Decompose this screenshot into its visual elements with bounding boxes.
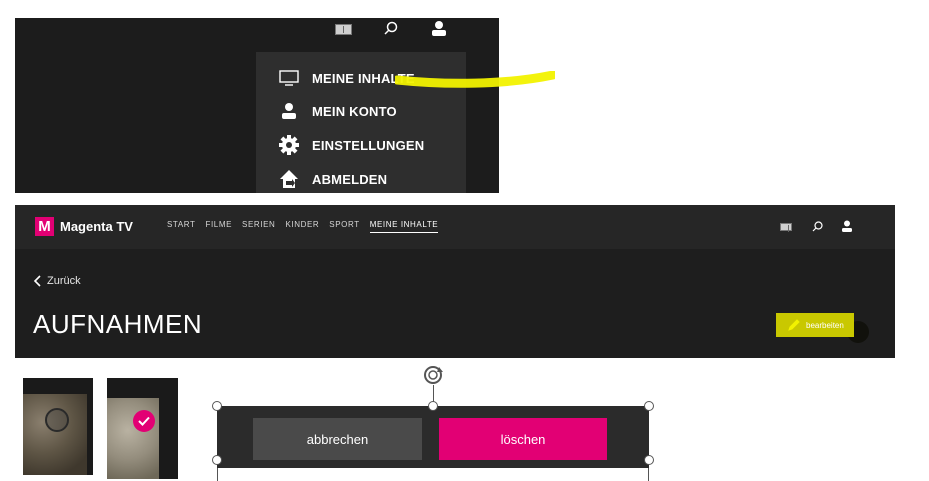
nav-serien[interactable]: SERIEN [242,220,275,233]
nav-filme[interactable]: FILME [205,220,232,233]
menu-item-einstellungen[interactable]: EINSTELLUNGEN [256,130,466,160]
search-icon[interactable] [812,221,823,232]
menu-item-label: EINSTELLUNGEN [312,137,425,153]
menu-item-abmelden[interactable]: ABMELDEN [256,164,466,193]
recording-thumbnail-selected[interactable] [107,378,178,479]
edit-button[interactable]: bearbeiten [776,313,854,337]
back-label: Zurück [47,275,81,287]
thumbnail-image [23,394,87,475]
user-icon[interactable] [841,220,853,232]
nav-meine-inhalte[interactable]: MEINE INHALTE [369,220,439,233]
chevron-left-icon [33,275,41,287]
home-logout-icon [274,169,304,189]
user-icon [274,102,304,120]
rotate-handle-icon[interactable] [423,363,447,387]
recording-thumbnail-unselected[interactable] [23,378,93,475]
delete-button[interactable]: löschen [439,418,607,460]
pencil-icon [788,319,800,331]
language-flag-icon[interactable] [335,24,352,35]
thumbnail-image [107,398,159,479]
nav-kinder[interactable]: KINDER [285,220,319,233]
language-flag-icon[interactable] [780,223,792,232]
nav-sport[interactable]: SPORT [329,220,359,233]
search-icon[interactable] [384,21,398,35]
menu-item-mein-konto[interactable]: MEIN KONTO [256,96,466,126]
main-nav: START FILME SERIEN KINDER SPORT MEINE IN… [167,220,448,233]
selected-checkbox[interactable] [133,410,155,432]
highlighter-mark [395,71,555,88]
resize-handle[interactable] [644,401,654,411]
user-icon[interactable] [431,20,447,36]
gear-icon [274,135,304,155]
cancel-button[interactable]: abbrechen [253,418,422,460]
tv-icon [274,70,304,86]
resize-handle[interactable] [212,401,222,411]
nav-start[interactable]: START [167,220,195,233]
frame-guide-line [648,468,649,481]
menu-item-label: ABMELDEN [312,171,388,187]
recordings-page: M Magenta TV START FILME SERIEN KINDER S… [15,205,895,358]
resize-handle[interactable] [212,455,222,465]
resize-handle[interactable] [428,401,438,411]
top-navigation-bar: M Magenta TV START FILME SERIEN KINDER S… [15,205,895,249]
page-title: AUFNAHMEN [33,309,203,339]
menu-item-label: MEIN KONTO [312,103,397,119]
magenta-logo[interactable]: M [35,217,54,236]
edit-label: bearbeiten [806,320,844,330]
frame-guide-line [217,468,218,481]
brand-name: Magenta TV [60,219,133,234]
resize-handle[interactable] [644,455,654,465]
select-checkbox[interactable] [45,408,69,432]
dropdown-panel: MEINE INHALTE MEIN KONTO EINSTELLUNGEN A… [15,18,499,193]
checkmark-icon [138,416,150,426]
back-link[interactable]: Zurück [33,275,81,287]
header-icons [335,18,455,44]
delete-confirmation-bar: abbrechen löschen [217,406,649,468]
